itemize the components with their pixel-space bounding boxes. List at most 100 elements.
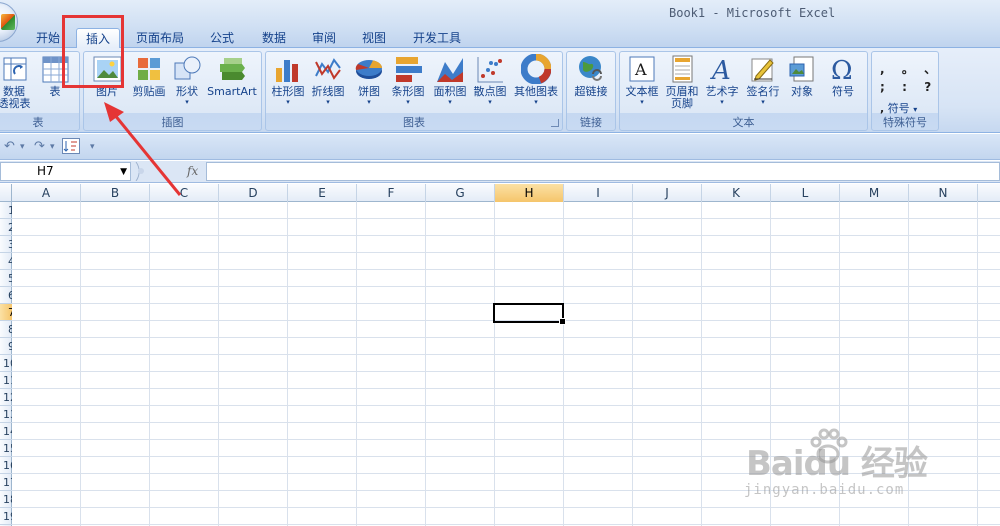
other-charts-button[interactable]: 其他图表 ▾ — [512, 53, 560, 106]
column-header-d[interactable]: D — [219, 184, 288, 202]
smartart-button[interactable]: SmartArt — [206, 54, 258, 98]
name-box[interactable]: H7 ▼ — [0, 162, 131, 181]
row-header[interactable]: 1 — [0, 202, 12, 219]
row-header[interactable]: 19 — [0, 508, 12, 525]
group-label-text: 文本 — [732, 116, 755, 129]
tab-data[interactable]: 数据 — [252, 28, 296, 48]
active-cell-h7[interactable] — [493, 303, 566, 325]
row-header[interactable]: 11 — [0, 372, 12, 389]
line-chart-button[interactable]: 折线图 ▾ — [308, 54, 348, 106]
column-header-n[interactable]: N — [909, 184, 978, 202]
pie-chart-button[interactable]: 饼图 ▾ — [352, 54, 386, 106]
undo-icon[interactable]: ↶ — [4, 139, 15, 154]
row-header[interactable]: 17 — [0, 474, 12, 491]
undo-dropdown-icon[interactable]: ▾ — [20, 142, 25, 152]
group-label-links: 链接 — [580, 116, 602, 129]
symbols-row-2[interactable]: ; : ? — [880, 80, 934, 94]
svg-text:Ω: Ω — [831, 56, 853, 84]
redo-icon[interactable]: ↷ — [34, 139, 45, 154]
tab-page-layout[interactable]: 页面布局 — [130, 28, 190, 48]
ribbon: 数据 透视表 表 表 图片 剪贴画 形状 ▾ SmartArt 插图 柱形图 ▾… — [0, 47, 1000, 133]
formula-input[interactable] — [206, 162, 1000, 181]
object-button[interactable]: 对象 — [784, 54, 820, 98]
smartart-icon — [217, 54, 247, 84]
tab-formulas[interactable]: 公式 — [200, 28, 244, 48]
ribbon-tabs: 开始 插入 页面布局 公式 数据 审阅 视图 开发工具 — [0, 28, 1000, 48]
pivot-table-button[interactable]: 数据 透视表 — [0, 54, 31, 110]
column-header-b[interactable]: B — [81, 184, 150, 202]
insert-tab-highlight — [62, 15, 124, 88]
column-header-k[interactable]: K — [702, 184, 771, 202]
group-special-symbols: , 。 、 ; : ? , 符号 ▾ 特殊符号 — [871, 51, 939, 131]
bar-chart-button[interactable]: 条形图 ▾ — [388, 54, 428, 106]
symbols-row-1[interactable]: , 。 、 — [880, 60, 939, 77]
clip-art-button[interactable]: 剪贴画 — [128, 54, 170, 98]
column-header-c[interactable]: C — [150, 184, 219, 202]
row-header[interactable]: 3 — [0, 236, 12, 253]
row-header[interactable]: 16 — [0, 457, 12, 474]
column-header-g[interactable]: G — [426, 184, 495, 202]
tab-review[interactable]: 审阅 — [302, 28, 346, 48]
row-header-selected[interactable]: 7 — [0, 304, 12, 321]
column-header-e[interactable]: E — [288, 184, 357, 202]
row-header[interactable]: 6 — [0, 287, 12, 304]
row-headers: 1 2 3 4 5 6 7 8 9 10 11 12 13 14 15 16 1… — [0, 202, 12, 526]
sort-icon[interactable] — [62, 138, 80, 154]
row-header[interactable]: 12 — [0, 389, 12, 406]
column-header-m[interactable]: M — [840, 184, 909, 202]
word-art-button[interactable]: A 艺术字 ▾ — [702, 54, 742, 106]
redo-dropdown-icon[interactable]: ▾ — [50, 142, 55, 152]
group-label-illustrations: 插图 — [161, 116, 184, 129]
group-label-charts: 图表 — [403, 116, 425, 129]
column-header-l[interactable]: L — [771, 184, 840, 202]
row-header[interactable]: 9 — [0, 338, 12, 355]
tab-view[interactable]: 视图 — [352, 28, 396, 48]
scatter-chart-button[interactable]: 散点图 ▾ — [470, 54, 510, 106]
svg-text:A: A — [634, 60, 647, 79]
insert-function-button[interactable]: fx — [187, 164, 198, 178]
svg-text:A: A — [710, 56, 731, 84]
column-header-j[interactable]: J — [633, 184, 702, 202]
column-header-a[interactable]: A — [12, 184, 81, 202]
group-charts: 柱形图 ▾ 折线图 ▾ 饼图 ▾ 条形图 ▾ 面积图 ▾ 散点图 ▾ 其他图表 … — [265, 51, 563, 131]
pivot-table-icon — [0, 54, 29, 84]
shapes-button[interactable]: 形状 ▾ — [170, 54, 204, 106]
column-header-h[interactable]: H — [495, 184, 564, 202]
symbol-button[interactable]: Ω 符号 — [824, 54, 862, 98]
column-header-f[interactable]: F — [357, 184, 426, 202]
object-icon — [787, 54, 817, 84]
header-footer-button[interactable]: 页眉和 页脚 — [662, 54, 702, 110]
formula-bar: H7 ▼ fx — [0, 161, 1000, 183]
name-box-dropdown-icon[interactable]: ▼ — [120, 164, 127, 181]
line-chart-icon — [313, 54, 343, 84]
excel-logo-icon — [1, 14, 15, 30]
symbol-dropdown-button[interactable]: , 符号 ▾ — [880, 100, 917, 116]
row-header[interactable]: 10 — [0, 355, 12, 372]
row-header[interactable]: 5 — [0, 270, 12, 287]
column-chart-button[interactable]: 柱形图 ▾ — [268, 54, 308, 106]
row-header[interactable]: 13 — [0, 406, 12, 423]
bar-chart-icon — [393, 54, 423, 84]
group-label-tables: 表 — [32, 116, 44, 129]
charts-dialog-launcher[interactable] — [551, 119, 559, 127]
window-title: Book1 - Microsoft Excel — [669, 6, 836, 20]
select-all-button[interactable] — [0, 184, 12, 202]
clip-art-icon — [134, 54, 164, 84]
customize-toolbar-icon[interactable]: ▾ — [90, 142, 95, 152]
text-box-button[interactable]: A 文本框 ▾ — [622, 54, 662, 106]
row-header[interactable]: 18 — [0, 491, 12, 508]
signature-line-button[interactable]: 签名行 ▾ — [742, 54, 784, 106]
row-header[interactable]: 4 — [0, 253, 12, 270]
row-header[interactable]: 8 — [0, 321, 12, 338]
group-links: 超链接 链接 — [566, 51, 616, 131]
row-header[interactable]: 2 — [0, 219, 12, 236]
column-header-i[interactable]: I — [564, 184, 633, 202]
pie-chart-icon — [354, 54, 384, 84]
hyperlink-button[interactable]: 超链接 — [569, 54, 613, 98]
area-chart-button[interactable]: 面积图 ▾ — [430, 54, 470, 106]
signature-pen-icon — [748, 54, 778, 84]
row-header[interactable]: 15 — [0, 440, 12, 457]
worksheet-grid[interactable] — [12, 202, 1000, 526]
tab-developer[interactable]: 开发工具 — [404, 28, 470, 48]
row-header[interactable]: 14 — [0, 423, 12, 440]
